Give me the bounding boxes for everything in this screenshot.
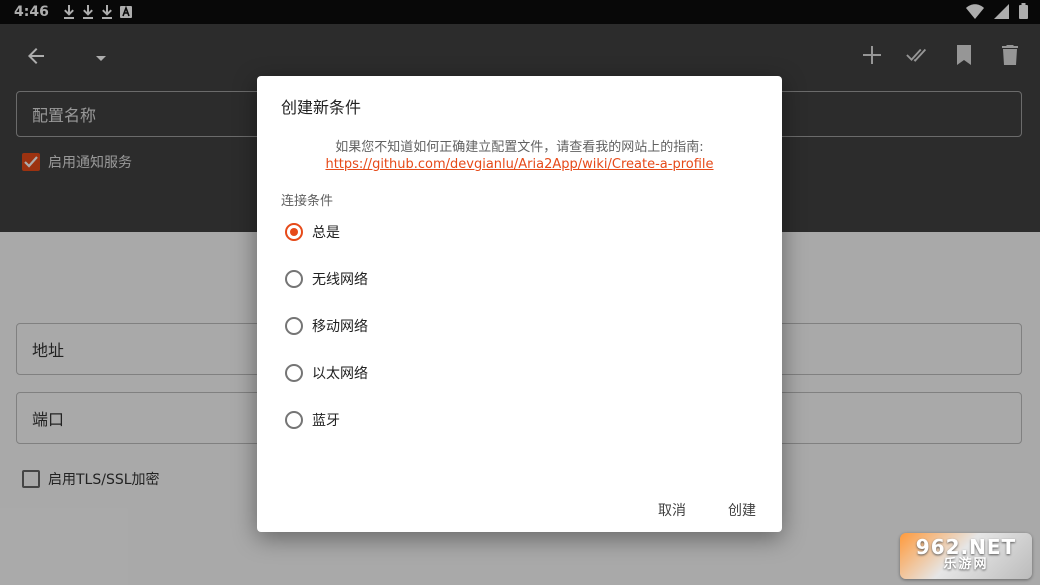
radio-button[interactable] [285, 270, 303, 288]
radio-option-mobile[interactable]: 移动网络 [285, 316, 368, 336]
watermark-bottom-text: 乐游网 [943, 557, 989, 572]
dialog-title: 创建新条件 [281, 98, 362, 117]
radio-label: 总是 [312, 225, 340, 241]
create-condition-dialog: 创建新条件 如果您不知道如何正确建立配置文件，请查看我的网站上的指南: http… [257, 76, 782, 532]
radio-button[interactable] [285, 364, 303, 382]
radio-option-wifi[interactable]: 无线网络 [285, 269, 368, 289]
create-button[interactable]: 创建 [720, 496, 764, 524]
radio-option-ethernet[interactable]: 以太网络 [285, 363, 368, 383]
radio-label: 以太网络 [312, 366, 368, 382]
cancel-button[interactable]: 取消 [650, 496, 694, 524]
radio-label: 蓝牙 [312, 413, 340, 429]
dialog-info: 如果您不知道如何正确建立配置文件，请查看我的网站上的指南: https://gi… [257, 139, 782, 173]
radio-button[interactable] [285, 317, 303, 335]
guide-link[interactable]: https://github.com/devgianlu/Aria2App/wi… [257, 156, 782, 173]
dialog-info-text: 如果您不知道如何正确建立配置文件，请查看我的网站上的指南: [335, 140, 704, 155]
radio-button[interactable] [285, 411, 303, 429]
radio-button[interactable] [285, 223, 303, 241]
connection-condition-label: 连接条件 [281, 194, 334, 209]
radio-option-bluetooth[interactable]: 蓝牙 [285, 410, 340, 430]
radio-label: 移动网络 [312, 319, 368, 335]
radio-option-always[interactable]: 总是 [285, 222, 340, 242]
radio-label: 无线网络 [312, 272, 368, 288]
watermark-top-text: 962.NET [915, 535, 1017, 559]
site-watermark-logo: 962.NET 乐游网 [900, 533, 1032, 579]
